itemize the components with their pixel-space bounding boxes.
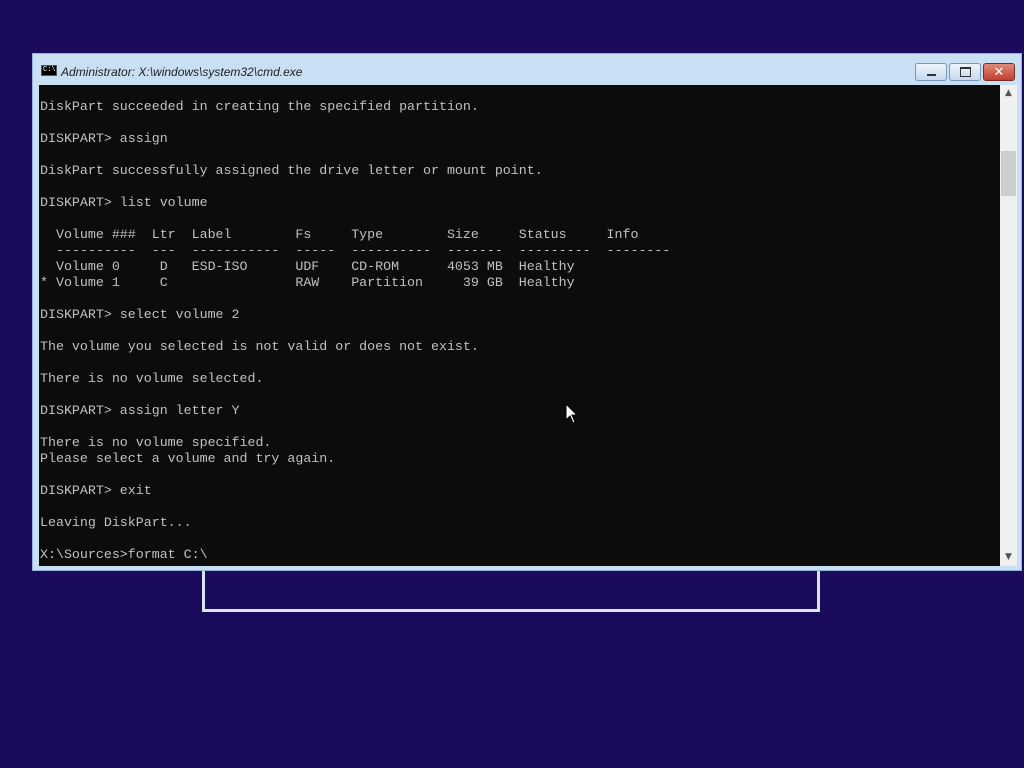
maximize-button[interactable]	[949, 63, 981, 81]
console-line: Leaving DiskPart...	[40, 515, 192, 530]
console-text: DiskPart succeeded in creating the speci…	[40, 99, 670, 563]
console-line: Please select a volume and try again.	[40, 451, 336, 466]
scroll-thumb[interactable]	[1001, 151, 1016, 196]
title-bar[interactable]: C:\ Administrator: X:\windows\system32\c…	[33, 54, 1021, 85]
window-title: Administrator: X:\windows\system32\cmd.e…	[61, 65, 303, 79]
console-line: DISKPART> list volume	[40, 195, 208, 210]
vertical-scrollbar[interactable]: ▲ ▼	[1000, 85, 1017, 566]
console-output[interactable]: DiskPart succeeded in creating the speci…	[39, 85, 1000, 566]
console-line: Volume ### Ltr Label Fs Type Size Status…	[40, 227, 639, 242]
console-line: DISKPART> exit	[40, 483, 152, 498]
console-line: DISKPART> assign	[40, 131, 168, 146]
close-button[interactable]: ✕	[983, 63, 1015, 81]
console-line: DiskPart successfully assigned the drive…	[40, 163, 543, 178]
console-line: The volume you selected is not valid or …	[40, 339, 479, 354]
console-line: There is no volume specified.	[40, 435, 272, 450]
mouse-pointer-icon	[565, 403, 579, 424]
minimize-icon	[926, 73, 936, 76]
console-line: Volume 0 D ESD-ISO UDF CD-ROM 4053 MB He…	[40, 259, 575, 274]
scroll-up-arrow-icon[interactable]: ▲	[1000, 85, 1017, 102]
console-line: X:\Sources>format C:\	[40, 547, 208, 562]
close-icon: ✕	[993, 64, 1005, 80]
cmd-window: C:\ Administrator: X:\windows\system32\c…	[32, 53, 1022, 571]
console-line: There is no volume selected.	[40, 371, 264, 386]
maximize-icon	[959, 67, 971, 77]
scroll-down-arrow-icon[interactable]: ▼	[1000, 549, 1017, 566]
console-line: DiskPart succeeded in creating the speci…	[40, 99, 479, 114]
minimize-button[interactable]	[915, 63, 947, 81]
console-line: ---------- --- ----------- ----- -------…	[40, 243, 671, 258]
cmd-icon[interactable]: C:\	[41, 65, 57, 76]
console-line: DISKPART> select volume 2	[40, 307, 240, 322]
console-line: * Volume 1 C RAW Partition 39 GB Healthy	[40, 275, 575, 290]
